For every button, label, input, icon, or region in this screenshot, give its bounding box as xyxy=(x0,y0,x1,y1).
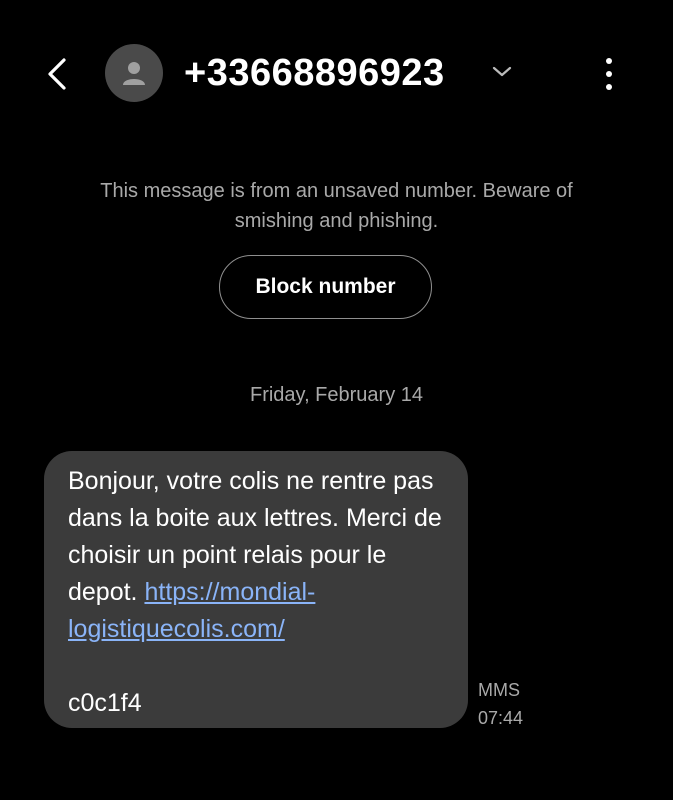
chevron-left-icon xyxy=(48,58,66,90)
more-options-button[interactable] xyxy=(592,52,626,96)
message-type-label: MMS xyxy=(478,680,520,700)
more-vertical-icon xyxy=(606,58,612,90)
contact-avatar[interactable] xyxy=(105,44,163,102)
expand-contact-button[interactable] xyxy=(490,60,514,84)
block-number-button[interactable]: Block number xyxy=(219,255,432,319)
contact-number[interactable]: +33668896923 xyxy=(184,50,445,96)
message-meta: MMS 07:44 xyxy=(478,676,523,732)
conversation-header: +33668896923 xyxy=(0,0,673,150)
message-bubble[interactable]: Bonjour, votre colis ne rentre pas dans … xyxy=(44,451,468,728)
person-icon xyxy=(123,62,145,85)
back-button[interactable] xyxy=(40,50,80,98)
date-separator: Friday, February 14 xyxy=(249,384,424,406)
unsaved-number-warning: This message is from an unsaved number. … xyxy=(100,180,573,232)
message-text: Bonjour, votre colis ne rentre pas dans … xyxy=(68,463,446,648)
message-code: c0c1f4 xyxy=(68,689,142,717)
chevron-down-icon xyxy=(492,66,512,77)
message-time: 07:44 xyxy=(478,708,524,728)
